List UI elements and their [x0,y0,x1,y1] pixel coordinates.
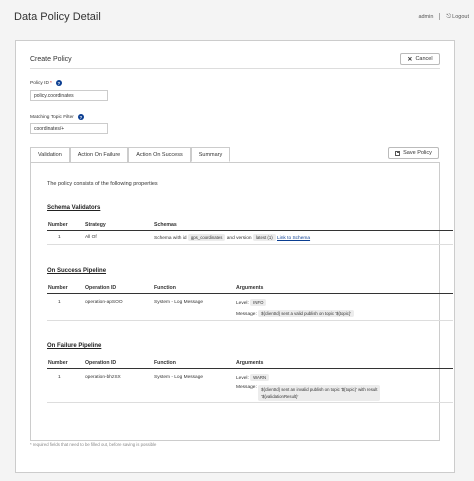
policy-id-input[interactable] [30,90,108,101]
topic-filter-label: Matching Topic Filter? [30,114,84,120]
tab-action-on-success[interactable]: Action On Success [128,147,191,162]
required-marker: * [49,80,52,86]
column-header: Strategy [85,222,106,228]
message-arg: Message: ${clientId} sent an invalid pub… [236,385,381,401]
logout-icon: ⎋ [446,13,452,20]
divider [30,68,440,69]
table-header: Number Strategy Schemas [47,221,453,231]
failure-pipeline-table: Number Operation ID Function Arguments 1… [47,359,453,403]
divider [439,13,441,20]
column-header: Arguments [236,285,264,291]
level-label: Level: [236,375,249,381]
user-area: admin ⎋Logout [418,13,469,21]
table-row: 1 operation-apSOO System - Log Message L… [47,294,453,321]
function-name: System - Log Message [154,300,204,305]
success-pipeline-table: Number Operation ID Function Arguments 1… [47,284,453,321]
message-arg: Message: ${clientId} sent a valid publis… [236,310,355,317]
column-header: Operation ID [85,360,117,366]
message-line: ${clientId} sent an invalid publish on t… [261,387,378,392]
level-arg: Level: WARN [236,374,270,381]
schemas-cell: Schema with id gps_coordinates and versi… [154,234,310,241]
link-to-schema[interactable]: Link to Schema [277,236,310,241]
table-header: Number Operation ID Function Arguments [47,359,453,369]
schema-id-badge: gps_coordinates [187,234,226,241]
summary-intro: The policy consists of the following pro… [47,181,158,187]
table-row: 1 operation-bhzSX System - Log Message L… [47,369,453,403]
table-header: Number Operation ID Function Arguments [47,284,453,294]
level-label: Level: [236,300,249,306]
table-row: 1 All Of Schema with id gps_coordinates … [47,231,453,245]
save-policy-button[interactable]: Save Policy [388,147,439,159]
policy-id-label: Policy ID *? [30,80,62,86]
column-header: Function [154,360,176,366]
save-icon [395,150,401,156]
message-badge: ${clientId} sent a valid publish on topi… [258,310,355,317]
row-number: 1 [58,235,61,240]
operation-id: operation-bhzSX [85,375,121,380]
help-icon[interactable]: ? [77,114,84,120]
failure-pipeline-title: On Failure Pipeline [47,343,102,349]
tab-action-on-failure[interactable]: Action On Failure [69,147,129,162]
username: admin [418,13,434,20]
column-header: Schemas [154,222,177,228]
tab-summary[interactable]: Summary [190,147,231,162]
column-header: Function [154,285,176,291]
card-title: Create Policy [30,56,72,63]
cancel-label: Cancel [415,56,433,62]
message-label: Message: [236,385,257,390]
operation-id: operation-apSOO [85,300,123,305]
footnote: * required fields that need to be filled… [30,442,157,447]
tab-bar: Validation Action On Failure Action On S… [30,147,231,162]
page-title: Data Policy Detail [14,11,101,23]
version-text: and version [226,235,252,241]
cancel-button[interactable]: ✕ Cancel [400,53,440,65]
version-badge: latest (1) [252,234,276,241]
policy-card: Create Policy ✕Cancel Policy ID*? Matchi… [15,40,455,473]
save-label: Save Policy [403,150,432,156]
tab-validation[interactable]: Validation [30,147,70,162]
topic-filter-input[interactable] [30,123,108,134]
topic-filter-label-text: Matching Topic Filter [30,114,74,120]
row-number: 1 [58,375,61,380]
close-icon: ✕ [407,56,413,63]
function-name: System - Log Message [154,375,204,380]
strategy: All Of [85,235,97,240]
logout-link[interactable]: ⎋Logout [446,14,469,20]
message-label: Message: [236,311,257,317]
schema-prefix: Schema with id [154,235,187,241]
level-badge: INFO [250,299,267,306]
column-header: Arguments [236,360,264,366]
column-header: Number [48,360,68,366]
column-header: Number [48,285,68,291]
logout-label: Logout [452,13,469,20]
message-badge: ${clientId} sent an invalid publish on t… [258,385,381,401]
message-line: '${validationResult}' [261,394,299,399]
schema-validators-title: Schema Validators [47,205,101,211]
level-badge: WARN [250,374,270,381]
level-arg: Level: INFO [236,299,267,306]
policy-id-label-text: Policy ID [30,80,49,86]
schema-validators-table: Number Strategy Schemas 1 All Of Schema … [47,221,453,245]
column-header: Number [48,222,68,228]
help-icon[interactable]: ? [55,80,62,86]
column-header: Operation ID [85,285,117,291]
top-bar: Data Policy Detail admin ⎋Logout [0,0,474,34]
row-number: 1 [58,300,61,305]
success-pipeline-title: On Success Pipeline [47,268,107,274]
